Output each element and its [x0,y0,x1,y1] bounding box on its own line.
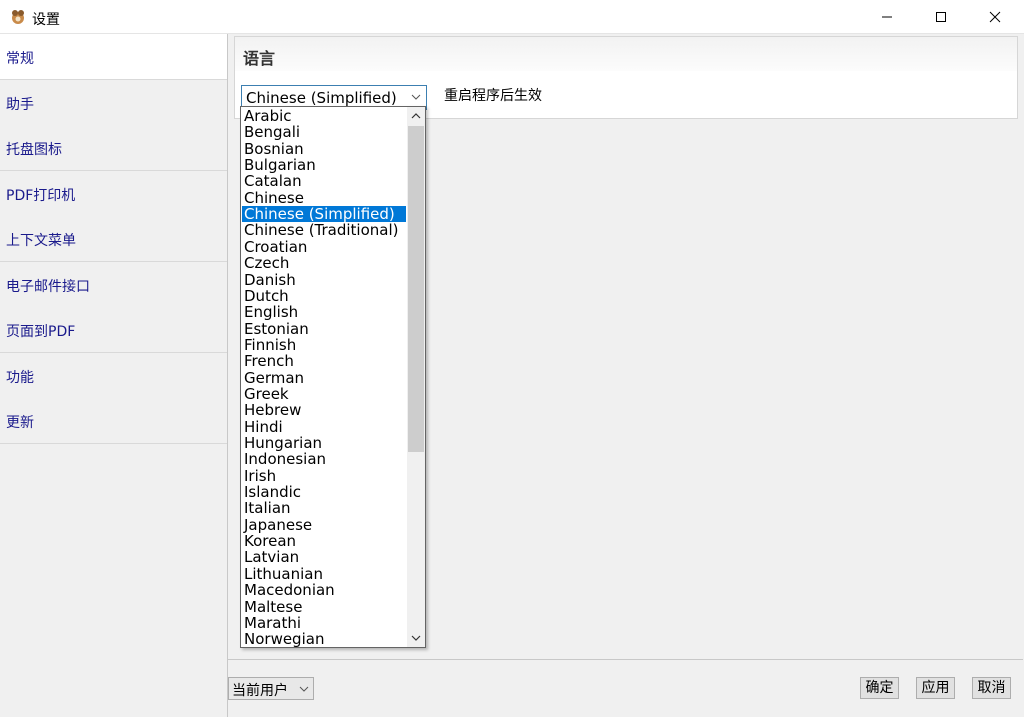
language-option[interactable]: Macedonian [242,582,406,598]
language-select-value: Chinese (Simplified) [246,89,397,107]
sidebar-item-context-menu[interactable]: 上下文菜单 [0,216,227,262]
maximize-icon [936,12,946,22]
scroll-up-button[interactable] [407,107,425,125]
sidebar-item-label: 上下文菜单 [6,233,76,249]
ok-button[interactable]: 确定 [860,677,899,699]
language-option[interactable]: Latvian [242,549,406,565]
language-option[interactable]: Korean [242,533,406,549]
sidebar-item-updates[interactable]: 更新 [0,398,227,444]
restart-note: 重启程序后生效 [444,88,542,104]
language-option[interactable]: Chinese [242,190,406,206]
language-option[interactable]: Catalan [242,173,406,189]
language-option[interactable]: Arabic [242,108,406,124]
language-option[interactable]: Indonesian [242,451,406,467]
language-option[interactable]: Hebrew [242,402,406,418]
language-section-header: 语言 [235,37,1017,71]
language-option[interactable]: Maltese [242,599,406,615]
language-option[interactable]: German [242,370,406,386]
language-option[interactable]: Danish [242,272,406,288]
section-title: 语言 [243,49,276,68]
sidebar-item-label: 电子邮件接口 [6,279,90,295]
sidebar: 常规 助手 托盘图标 PDF打印机 上下文菜单 电子邮件接口 页面到PDF 功能… [0,34,228,717]
sidebar-item-label: 更新 [6,415,34,431]
sidebar-item-page-to-pdf[interactable]: 页面到PDF [0,307,227,353]
sidebar-item-features[interactable]: 功能 [0,353,227,399]
sidebar-item-label: 常规 [6,51,34,67]
minimize-button[interactable] [864,0,910,34]
language-option[interactable]: Irish [242,468,406,484]
cancel-button[interactable]: 取消 [972,677,1011,699]
language-option[interactable]: Estonian [242,321,406,337]
language-option[interactable]: Bengali [242,124,406,140]
language-option[interactable]: Czech [242,255,406,271]
maximize-button[interactable] [918,0,964,34]
language-option[interactable]: Hindi [242,419,406,435]
language-option[interactable]: Marathi [242,615,406,631]
chevron-down-icon [299,686,309,692]
minimize-icon [882,16,892,18]
title-bar: 设置 [0,0,1024,34]
sidebar-item-label: 助手 [6,97,34,113]
close-button[interactable] [972,0,1018,34]
chevron-up-icon [411,113,421,119]
scrollbar-thumb[interactable] [408,126,424,452]
sidebar-item-label: 页面到PDF [6,324,76,340]
language-option[interactable]: Croatian [242,239,406,255]
close-icon [989,11,1001,23]
language-option[interactable]: Chinese (Traditional) [242,222,406,238]
chevron-down-icon [411,94,421,100]
language-option[interactable]: French [242,353,406,369]
language-option[interactable]: Hungarian [242,435,406,451]
sidebar-item-label: 托盘图标 [6,142,62,158]
language-option[interactable]: Finnish [242,337,406,353]
scope-select-value: 当前用户 [232,683,288,699]
apply-button[interactable]: 应用 [916,677,955,699]
language-option[interactable]: Norwegian [242,631,406,647]
language-option[interactable]: Greek [242,386,406,402]
language-option[interactable]: Italian [242,500,406,516]
language-option[interactable]: English [242,304,406,320]
sidebar-item-email-interface[interactable]: 电子邮件接口 [0,262,227,308]
chevron-down-icon [411,635,421,641]
sidebar-item-assistant[interactable]: 助手 [0,80,227,126]
language-option[interactable]: Japanese [242,517,406,533]
dropdown-scrollbar[interactable] [407,107,425,647]
language-option[interactable]: Lithuanian [242,566,406,582]
language-option[interactable]: Bulgarian [242,157,406,173]
sidebar-item-label: 功能 [6,370,34,386]
scope-select[interactable]: 当前用户 [228,677,314,700]
sidebar-item-tray-icon[interactable]: 托盘图标 [0,125,227,171]
app-icon [12,10,24,24]
sidebar-item-pdf-printer[interactable]: PDF打印机 [0,171,227,217]
language-option[interactable]: Bosnian [242,141,406,157]
language-option[interactable]: Dutch [242,288,406,304]
language-option[interactable]: Islandic [242,484,406,500]
language-dropdown-list[interactable]: Norwegian Marathi Maltese Macedonian Lithuan… [240,106,426,648]
sidebar-item-label: PDF打印机 [6,188,76,204]
language-option[interactable]: Chinese (Simplified) [242,206,406,223]
sidebar-item-general[interactable]: 常规 [0,34,227,80]
scroll-down-button[interactable] [407,629,425,647]
window-title: 设置 [32,12,60,28]
